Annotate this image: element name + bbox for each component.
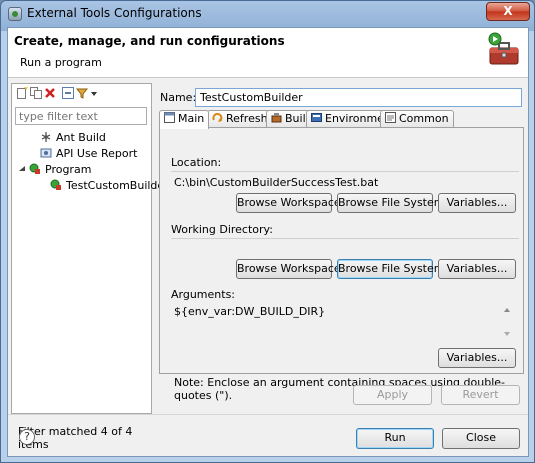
workdir-browse-workspace-button[interactable]: Browse Workspace... xyxy=(236,259,351,279)
scroll-down-arrow-icon[interactable] xyxy=(504,332,510,336)
filter-status: Filter matched 4 of 4 items xyxy=(18,425,133,451)
close-button[interactable]: Close xyxy=(442,428,520,449)
name-label: Name: xyxy=(160,91,197,104)
filter-icon[interactable] xyxy=(76,87,88,99)
eclipse-app-icon xyxy=(8,7,22,21)
tree-item-label: Ant Build xyxy=(56,131,106,144)
window-close-button[interactable]: X xyxy=(486,2,530,21)
program-config-icon xyxy=(50,179,61,190)
location-browse-workspace-button[interactable]: Browse Workspace... xyxy=(236,193,351,213)
working-directory-label: Working Directory: xyxy=(171,223,273,236)
configuration-list-pane: Ant Build API Use Report Program xyxy=(11,83,169,451)
help-icon[interactable]: ? xyxy=(19,429,35,445)
name-field[interactable] xyxy=(195,88,522,107)
delete-icon[interactable] xyxy=(44,87,56,99)
tab-common[interactable]: Common xyxy=(380,110,454,128)
location-value[interactable]: C:\bin\CustomBuilderSuccessTest.bat xyxy=(174,176,378,189)
tree-item-label: TestCustomBuilder xyxy=(66,179,169,192)
divider xyxy=(171,171,519,172)
window-title: External Tools Configurations xyxy=(27,6,202,20)
toolbox-icon xyxy=(488,32,519,65)
run-button[interactable]: Run xyxy=(356,428,434,449)
tree-item-ant-build[interactable]: Ant Build xyxy=(40,130,106,146)
refresh-icon xyxy=(212,112,223,122)
tree-item-program[interactable]: Program xyxy=(18,162,91,178)
tab-refresh[interactable]: Refresh xyxy=(207,110,273,128)
tab-label: Refresh xyxy=(226,112,268,125)
tree-item-label: Program xyxy=(45,163,92,176)
page-subtitle: Run a program xyxy=(20,56,102,69)
collapse-all-icon[interactable] xyxy=(62,87,74,99)
apply-button[interactable]: Apply xyxy=(353,385,432,405)
main-tab-icon xyxy=(164,112,175,123)
tab-label: Common xyxy=(399,112,449,125)
workdir-variables-button[interactable]: Variables... xyxy=(438,259,516,279)
workdir-browse-file-system-button[interactable]: Browse File System... xyxy=(337,259,455,279)
dialog-header: Create, manage, and run configurations R… xyxy=(8,28,528,78)
dialog-window: External Tools Configurations X Create, … xyxy=(0,0,535,463)
duplicate-icon[interactable] xyxy=(30,87,42,99)
page-title: Create, manage, and run configurations xyxy=(14,34,285,48)
arguments-variables-button[interactable]: Variables... xyxy=(438,348,516,368)
api-report-icon xyxy=(40,148,52,158)
ant-icon xyxy=(41,132,51,142)
environment-icon xyxy=(311,113,322,122)
divider xyxy=(171,238,519,239)
left-toolbar xyxy=(12,84,151,104)
tab-label: Main xyxy=(178,112,205,125)
filter-input[interactable] xyxy=(15,107,147,125)
location-variables-button[interactable]: Variables... xyxy=(438,193,516,213)
location-browse-file-system-button[interactable]: Browse File System... xyxy=(337,193,455,213)
title-bar[interactable]: External Tools Configurations X xyxy=(1,1,534,27)
tree-item-label: API Use Report xyxy=(56,147,138,160)
dialog-client-area: Create, manage, and run configurations R… xyxy=(7,27,529,457)
main-tab-panel: Location: C:\bin\CustomBuilderSuccessTes… xyxy=(159,127,524,402)
scroll-up-arrow-icon[interactable] xyxy=(504,308,510,312)
arguments-label: Arguments: xyxy=(171,288,236,301)
location-label: Location: xyxy=(171,156,222,169)
revert-button[interactable]: Revert xyxy=(441,385,520,405)
arguments-value: ${env_var:DW_BUILD_DIR} xyxy=(174,305,326,318)
build-icon xyxy=(271,113,282,123)
new-configuration-icon[interactable] xyxy=(16,87,28,99)
arguments-textarea[interactable]: ${env_var:DW_BUILD_DIR} xyxy=(171,301,519,343)
filter-menu-chevron-down-icon[interactable] xyxy=(90,87,98,99)
tree-item-testcustombuilder[interactable]: TestCustomBuilder xyxy=(50,178,169,194)
divider xyxy=(8,414,528,415)
common-icon xyxy=(385,112,396,123)
tree-item-api-use-report[interactable]: API Use Report xyxy=(40,146,137,162)
tab-main[interactable]: Main xyxy=(159,110,210,129)
expanded-chevron-icon[interactable] xyxy=(18,163,26,175)
program-icon xyxy=(29,163,40,174)
